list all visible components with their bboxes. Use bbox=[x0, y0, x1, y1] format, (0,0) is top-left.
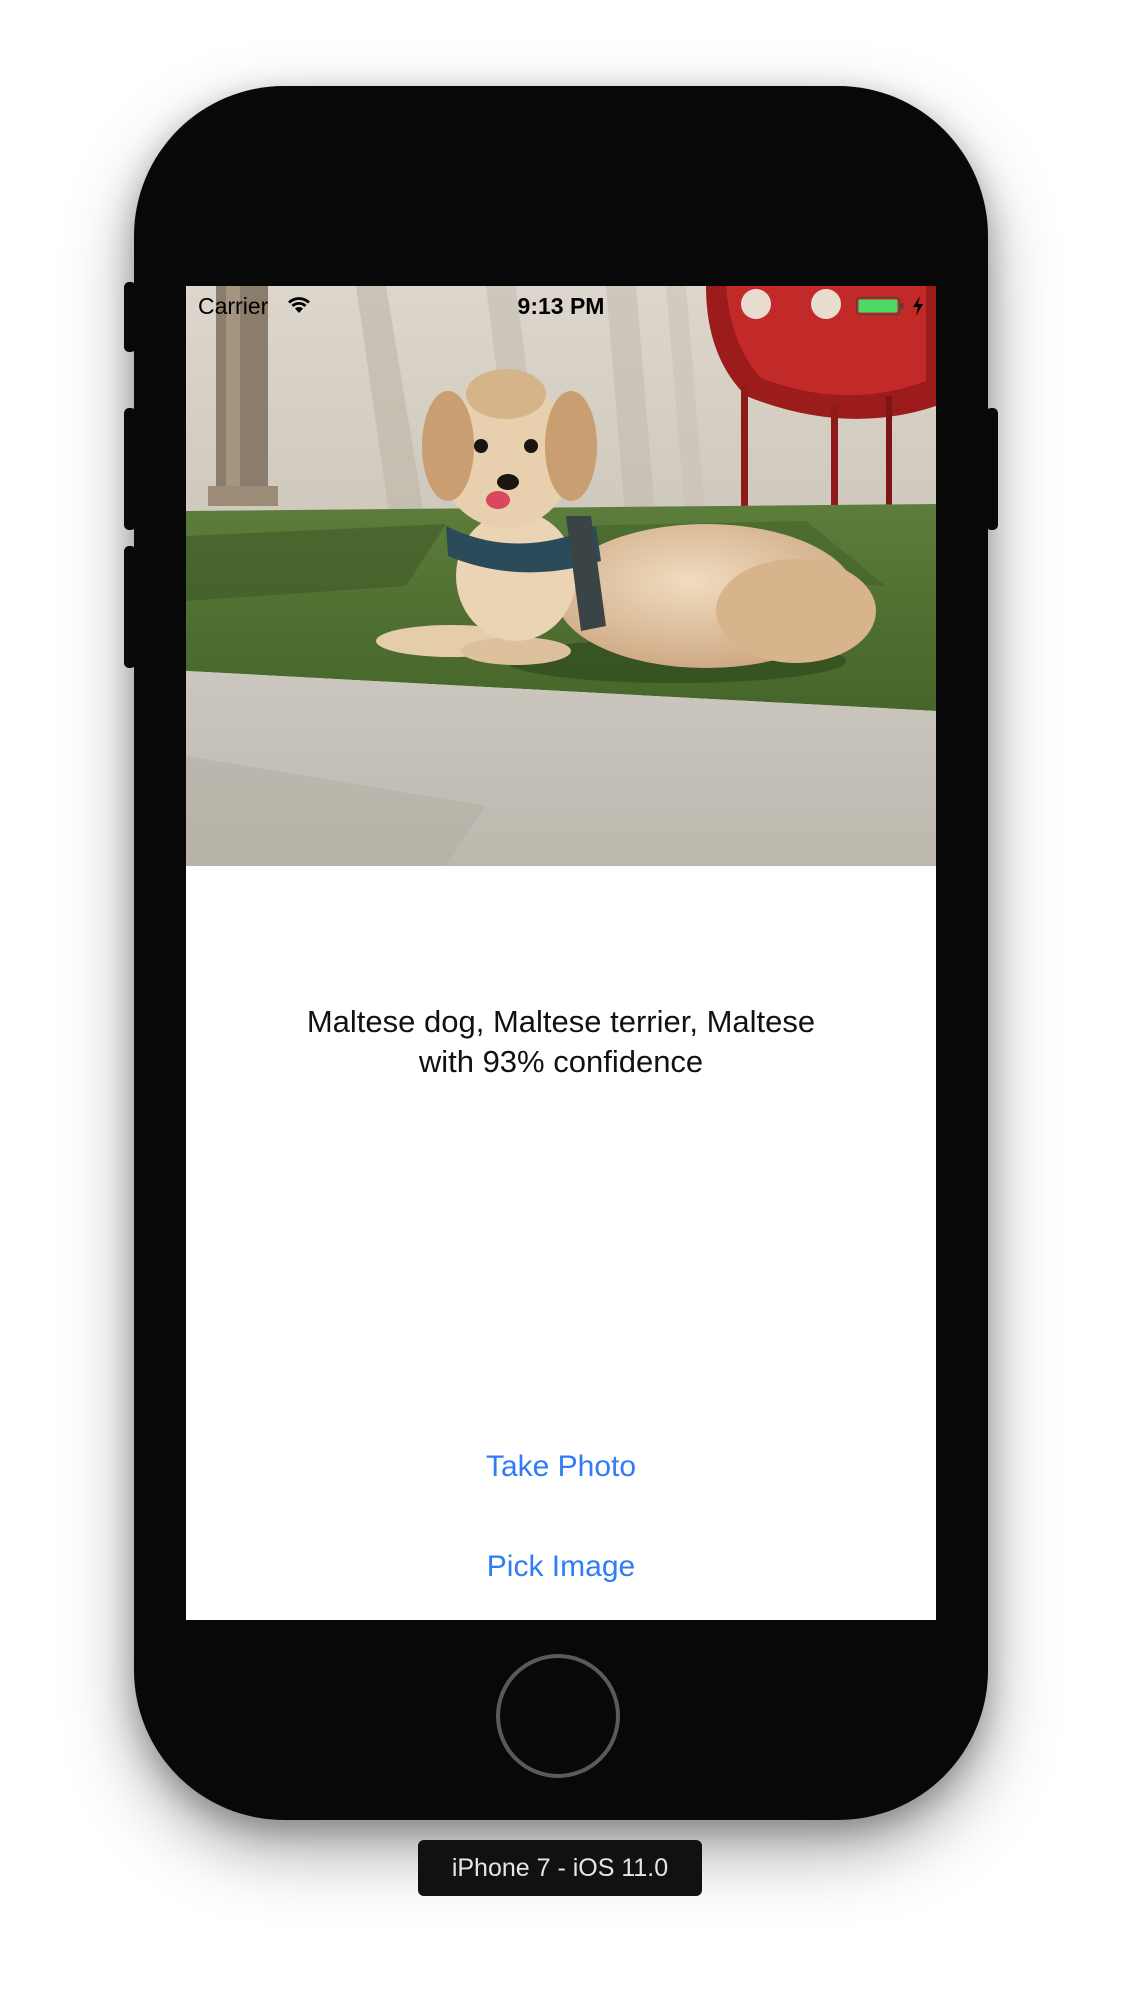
home-button[interactable] bbox=[496, 1654, 620, 1778]
result-label-line2: with 93% confidence bbox=[418, 1044, 704, 1079]
classification-result: Maltese dog, Maltese terrier, Maltese wi… bbox=[226, 1002, 896, 1082]
dog-photo: Carrier 9:13 PM bbox=[186, 286, 936, 866]
result-label-line1: Maltese dog, Maltese terrier, Maltese bbox=[306, 1004, 816, 1039]
simulator-window: Carrier 9:13 PM Maltese dog, Maltese ter… bbox=[0, 0, 1122, 2002]
app-screen: Carrier 9:13 PM Maltese dog, Maltese ter… bbox=[186, 286, 936, 1620]
simulator-device-label: iPhone 7 - iOS 11.0 bbox=[418, 1840, 702, 1896]
charging-icon bbox=[913, 296, 923, 316]
take-photo-button[interactable]: Take Photo bbox=[186, 1450, 936, 1484]
battery-icon bbox=[856, 297, 904, 315]
status-bar: Carrier 9:13 PM bbox=[186, 286, 936, 326]
status-time: 9:13 PM bbox=[517, 293, 605, 319]
photo-illustration bbox=[186, 286, 936, 866]
pick-image-button[interactable]: Pick Image bbox=[186, 1550, 936, 1584]
